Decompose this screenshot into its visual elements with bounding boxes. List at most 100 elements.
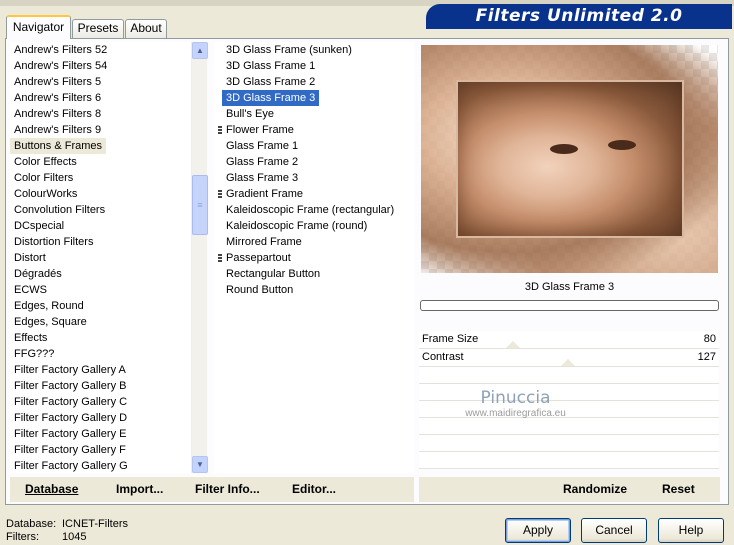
category-item[interactable]: Buttons & Frames <box>10 138 191 154</box>
filter-item[interactable]: Passepartout <box>214 250 414 266</box>
has-settings-icon <box>218 126 222 135</box>
filter-item[interactable]: Gradient Frame <box>214 186 414 202</box>
category-item[interactable]: Andrew's Filters 5 <box>10 74 191 90</box>
category-item[interactable]: Andrew's Filters 9 <box>10 122 191 138</box>
param-frame-size[interactable]: Frame Size 80 <box>419 331 719 349</box>
scroll-thumb[interactable]: ≡ <box>192 175 208 235</box>
category-item[interactable]: Filter Factory Gallery A <box>10 362 191 378</box>
filter-item[interactable]: Rectangular Button <box>214 266 414 282</box>
category-label: Convolution Filters <box>14 204 106 216</box>
database-button[interactable]: Database <box>25 482 78 496</box>
category-item[interactable]: DCspecial <box>10 218 191 234</box>
tab-navigator[interactable]: Navigator <box>6 15 71 39</box>
category-item[interactable]: Distort <box>10 250 191 266</box>
category-label: Buttons & Frames <box>10 138 107 154</box>
category-item[interactable]: Distortion Filters <box>10 234 191 250</box>
category-item[interactable]: Effects <box>10 330 191 346</box>
category-item[interactable]: Andrew's Filters 54 <box>10 58 191 74</box>
reset-button[interactable]: Reset <box>662 482 695 496</box>
category-label: Filter Factory Gallery E <box>14 428 127 440</box>
category-item[interactable]: Edges, Round <box>10 298 191 314</box>
category-label: Filter Factory Gallery F <box>14 444 126 456</box>
import-button[interactable]: Import... <box>116 482 163 496</box>
category-item[interactable]: Dégradés <box>10 266 191 282</box>
param-empty-row <box>419 435 719 452</box>
help-button[interactable]: Help <box>658 518 724 543</box>
has-settings-icon <box>218 254 222 263</box>
right-button-bar: Randomize Reset <box>419 477 720 502</box>
category-item[interactable]: Andrew's Filters 52 <box>10 42 191 58</box>
filter-item[interactable]: Bull's Eye <box>214 106 414 122</box>
category-label: Dégradés <box>14 268 62 280</box>
category-label: Color Effects <box>14 156 77 168</box>
filter-label: 3D Glass Frame (sunken) <box>226 44 352 56</box>
category-item[interactable]: Edges, Square <box>10 314 191 330</box>
category-label: Andrew's Filters 54 <box>14 60 108 72</box>
param-contrast[interactable]: Contrast 127 <box>419 349 719 367</box>
filter-item[interactable]: Kaleidoscopic Frame (rectangular) <box>214 202 414 218</box>
category-label: Andrew's Filters 8 <box>14 108 102 120</box>
editor-button[interactable]: Editor... <box>292 482 336 496</box>
filter-label: Glass Frame 3 <box>226 172 299 184</box>
param-name: Frame Size <box>422 333 479 345</box>
filter-label: Flower Frame <box>226 124 294 136</box>
category-item[interactable]: Convolution Filters <box>10 202 191 218</box>
filter-list[interactable]: 3D Glass Frame (sunken) 3D Glass Frame 1 3… <box>214 42 414 473</box>
category-label: Filter Factory Gallery C <box>14 396 128 408</box>
filter-item[interactable]: Glass Frame 1 <box>214 138 414 154</box>
filter-item[interactable]: 3D Glass Frame 2 <box>214 74 414 90</box>
category-item[interactable]: Color Filters <box>10 170 191 186</box>
slider-thumb-icon[interactable] <box>561 359 576 366</box>
category-item[interactable]: ECWS <box>10 282 191 298</box>
param-value: 80 <box>703 333 716 345</box>
filter-item[interactable]: Kaleidoscopic Frame (round) <box>214 218 414 234</box>
filter-item[interactable]: Mirrored Frame <box>214 234 414 250</box>
filter-label: Mirrored Frame <box>226 236 302 248</box>
filter-item[interactable]: 3D Glass Frame (sunken) <box>214 42 414 58</box>
eye-shape <box>608 140 636 150</box>
category-item[interactable]: Filter Factory Gallery G <box>10 458 191 473</box>
filter-item[interactable]: Round Button <box>214 282 414 298</box>
scroll-down-icon[interactable]: ▼ <box>192 456 208 473</box>
category-item[interactable]: Filter Factory Gallery D <box>10 410 191 426</box>
category-item[interactable]: Color Effects <box>10 154 191 170</box>
filter-item[interactable]: Glass Frame 3 <box>214 170 414 186</box>
filter-item[interactable]: Flower Frame <box>214 122 414 138</box>
category-label: Andrew's Filters 52 <box>14 44 108 56</box>
category-item[interactable]: ColourWorks <box>10 186 191 202</box>
category-label: Filter Factory Gallery G <box>14 460 128 472</box>
slider-thumb-icon[interactable] <box>506 341 521 348</box>
category-label: Distort <box>14 252 46 264</box>
category-item[interactable]: Andrew's Filters 8 <box>10 106 191 122</box>
category-item[interactable]: Filter Factory Gallery C <box>10 394 191 410</box>
category-label: Color Filters <box>14 172 74 184</box>
category-list[interactable]: Andrew's Filters 52 Andrew's Filters 54 An… <box>10 42 191 473</box>
category-item[interactable]: FFG??? <box>10 346 191 362</box>
filter-label: Bull's Eye <box>226 108 274 120</box>
category-label: FFG??? <box>14 348 55 360</box>
category-item[interactable]: Filter Factory Gallery E <box>10 426 191 442</box>
category-scrollbar[interactable]: ▲ ≡ ▼ <box>191 42 208 473</box>
scroll-up-icon[interactable]: ▲ <box>192 42 208 59</box>
category-label: Andrew's Filters 9 <box>14 124 102 136</box>
randomize-button[interactable]: Randomize <box>563 482 627 496</box>
category-label: DCspecial <box>14 220 65 232</box>
param-name: Contrast <box>422 351 464 363</box>
tab-about[interactable]: About <box>125 19 167 38</box>
category-label: Distortion Filters <box>14 236 94 248</box>
filter-item[interactable]: Glass Frame 2 <box>214 154 414 170</box>
category-item[interactable]: Filter Factory Gallery F <box>10 442 191 458</box>
filter-item[interactable]: 3D Glass Frame 3 <box>214 90 414 106</box>
filter-label: 3D Glass Frame 2 <box>226 76 316 88</box>
category-label: Filter Factory Gallery D <box>14 412 128 424</box>
category-item[interactable]: Andrew's Filters 6 <box>10 90 191 106</box>
tab-presets[interactable]: Presets <box>72 19 124 38</box>
filters-label: Filters: <box>6 531 39 543</box>
apply-button[interactable]: Apply <box>505 518 571 543</box>
category-item[interactable]: Filter Factory Gallery B <box>10 378 191 394</box>
filter-info-button[interactable]: Filter Info... <box>195 482 260 496</box>
param-empty-row <box>419 367 719 384</box>
filter-item[interactable]: 3D Glass Frame 1 <box>214 58 414 74</box>
cancel-button[interactable]: Cancel <box>581 518 647 543</box>
preview-image <box>421 45 718 273</box>
